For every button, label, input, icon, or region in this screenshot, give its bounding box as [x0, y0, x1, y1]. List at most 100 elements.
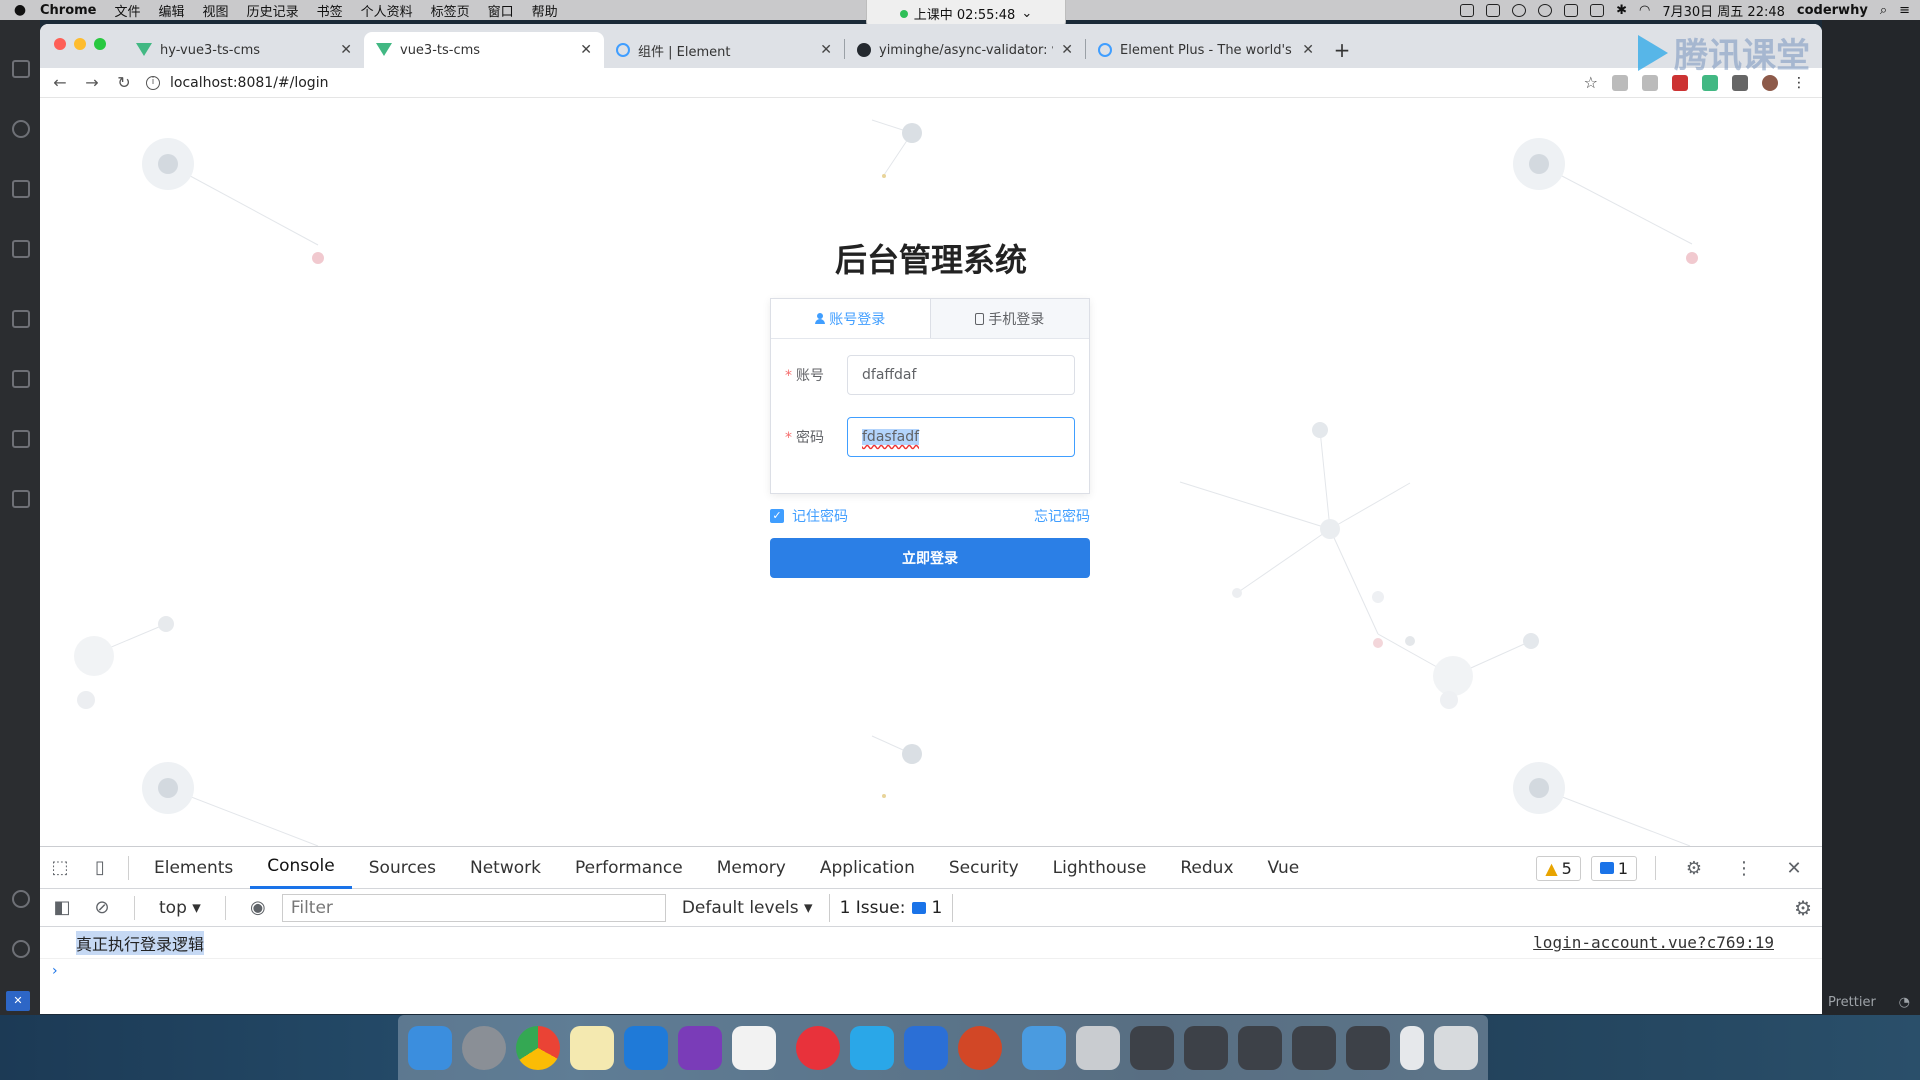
tab-account-login[interactable]: 账号登录 [771, 299, 931, 338]
back-arrow-icon[interactable]: ← [50, 73, 70, 92]
browser-tab[interactable]: Element Plus - The world's mo ✕ [1086, 32, 1326, 68]
address-url[interactable]: localhost:8081/#/login [170, 75, 328, 91]
fullscreen-window-icon[interactable] [94, 38, 106, 50]
minimized-window-icon[interactable] [1076, 1025, 1120, 1070]
minimized-window-icon[interactable] [1184, 1025, 1228, 1070]
site-info-icon[interactable]: i [146, 75, 160, 90]
bookmark-star-icon[interactable]: ☆ [1584, 73, 1598, 92]
minimized-window-icon[interactable] [1238, 1025, 1282, 1070]
control-center-icon[interactable]: ≡ [1899, 3, 1910, 18]
menubar-datetime[interactable]: 7月30日 周五 22:48 [1662, 1, 1785, 20]
menubar-item-tab[interactable]: 标签页 [431, 1, 470, 20]
devtools-tab-application[interactable]: Application [803, 847, 932, 889]
device-toolbar-icon[interactable]: ▯ [80, 847, 120, 889]
extensions-icon[interactable] [12, 310, 30, 328]
bluetooth-icon[interactable]: ✱ [1616, 3, 1627, 18]
forward-arrow-icon[interactable]: → [82, 73, 102, 92]
folder-icon[interactable] [12, 490, 30, 508]
trash-icon[interactable] [1434, 1025, 1478, 1070]
console-filter-input[interactable]: Filter [281, 893, 666, 922]
messages-counter[interactable]: 1 [1590, 855, 1637, 881]
devtools-tab-network[interactable]: Network [453, 847, 558, 889]
source-control-icon[interactable] [12, 180, 30, 198]
minimized-window-icon[interactable] [1292, 1025, 1336, 1070]
menubar-item-window[interactable]: 窗口 [488, 1, 514, 20]
spotlight-search-icon[interactable]: ⌕ [1880, 3, 1887, 18]
devtools-tab-console[interactable]: Console [250, 847, 352, 889]
remote-status-badge[interactable]: ✕ [6, 991, 30, 1011]
menubar-item-help[interactable]: 帮助 [532, 1, 558, 20]
menubar-item-edit[interactable]: 编辑 [159, 1, 185, 20]
debug-icon[interactable] [12, 240, 30, 258]
checkbox-checked-icon[interactable]: ✓ [770, 509, 784, 523]
address-bar[interactable]: i localhost:8081/#/login [146, 75, 1572, 91]
finder-icon[interactable] [408, 1025, 452, 1070]
menubar-item-bookmarks[interactable]: 书签 [317, 1, 343, 20]
screen-capture-icon[interactable] [904, 1025, 948, 1070]
reload-icon[interactable]: ↻ [114, 73, 134, 92]
devtools-tab-vue[interactable]: Vue [1251, 847, 1317, 889]
launchpad-icon[interactable] [462, 1025, 506, 1070]
screen-icon[interactable] [1460, 3, 1475, 17]
menubar-item-history[interactable]: 历史记录 [247, 1, 299, 20]
notes-icon[interactable] [570, 1025, 614, 1070]
menubar-item-file[interactable]: 文件 [115, 1, 141, 20]
devtools-tab-lighthouse[interactable]: Lighthouse [1036, 847, 1164, 889]
security-tray-icon[interactable] [1538, 3, 1553, 17]
bell-icon[interactable]: ◔ [1899, 995, 1910, 1010]
close-window-icon[interactable] [54, 38, 66, 50]
browser-tab[interactable]: 组件 | Element ✕ [604, 32, 844, 68]
explorer-icon[interactable] [12, 60, 30, 78]
minimized-window-icon[interactable] [1130, 1025, 1174, 1070]
account-input[interactable]: dfaffdaf [847, 355, 1075, 395]
account-icon[interactable] [12, 890, 30, 908]
menubar-app-name[interactable]: Chrome [40, 3, 97, 18]
close-tab-icon[interactable]: ✕ [1061, 42, 1073, 58]
record-icon[interactable] [1512, 3, 1527, 17]
console-log-source-link[interactable]: login-account.vue?c769:19 [1533, 933, 1774, 952]
browser-tab[interactable]: hy-vue3-ts-cms ✕ [124, 32, 364, 68]
password-input[interactable]: fdasfadf [847, 417, 1075, 457]
new-tab-button[interactable]: + [1326, 32, 1358, 68]
bookmark-icon[interactable] [12, 430, 30, 448]
minimize-window-icon[interactable] [74, 38, 86, 50]
document-stack-icon[interactable] [1400, 1025, 1424, 1070]
chrome-icon[interactable] [516, 1025, 560, 1070]
settings-gear-icon[interactable]: ⚙ [1674, 847, 1714, 889]
tencent-classroom-icon[interactable] [850, 1025, 894, 1070]
devtools-tab-memory[interactable]: Memory [700, 847, 803, 889]
wifi-icon[interactable]: ◠ [1639, 3, 1650, 18]
devtools-tab-redux[interactable]: Redux [1163, 847, 1250, 889]
close-tab-icon[interactable]: ✕ [340, 42, 352, 58]
close-devtools-icon[interactable]: ✕ [1774, 847, 1814, 889]
settings-gear-icon[interactable] [12, 940, 30, 958]
input-method-icon[interactable] [1564, 3, 1579, 17]
sync-icon[interactable] [1590, 3, 1605, 17]
prettier-status[interactable]: Prettier ◔ [1822, 991, 1920, 1013]
context-selector[interactable]: top ▾ [151, 898, 209, 918]
close-tab-icon[interactable]: ✕ [580, 42, 592, 58]
netease-music-icon[interactable] [796, 1025, 840, 1070]
console-settings-gear-icon[interactable]: ⚙ [1794, 896, 1812, 920]
log-levels-dropdown[interactable]: Default levels ▾ [674, 898, 821, 918]
apple-menu-icon[interactable]: ● [0, 2, 40, 18]
show-sidebar-icon[interactable]: ◧ [46, 887, 78, 929]
more-options-icon[interactable]: ⋮ [1724, 847, 1764, 889]
close-tab-icon[interactable]: ✕ [820, 42, 832, 58]
menubar-item-profile[interactable]: 个人资料 [361, 1, 413, 20]
menubar-item-view[interactable]: 视图 [203, 1, 229, 20]
search-icon[interactable] [12, 120, 30, 138]
live-expression-eye-icon[interactable]: ◉ [242, 887, 274, 929]
console-prompt[interactable]: › [40, 959, 1822, 983]
extension-icon[interactable] [1612, 74, 1628, 91]
close-tab-icon[interactable]: ✕ [1302, 42, 1314, 58]
devtools-tab-security[interactable]: Security [932, 847, 1036, 889]
devtools-tab-performance[interactable]: Performance [558, 847, 700, 889]
typora-icon[interactable] [732, 1025, 776, 1070]
devtools-tab-sources[interactable]: Sources [352, 847, 453, 889]
forgot-password-link[interactable]: 忘记密码 [1034, 506, 1090, 526]
remember-password-label[interactable]: 记住密码 [792, 506, 848, 526]
powerpoint-icon[interactable] [958, 1025, 1002, 1070]
app-tray-icon[interactable] [1486, 3, 1501, 17]
inspect-element-icon[interactable]: ⬚ [40, 847, 80, 889]
